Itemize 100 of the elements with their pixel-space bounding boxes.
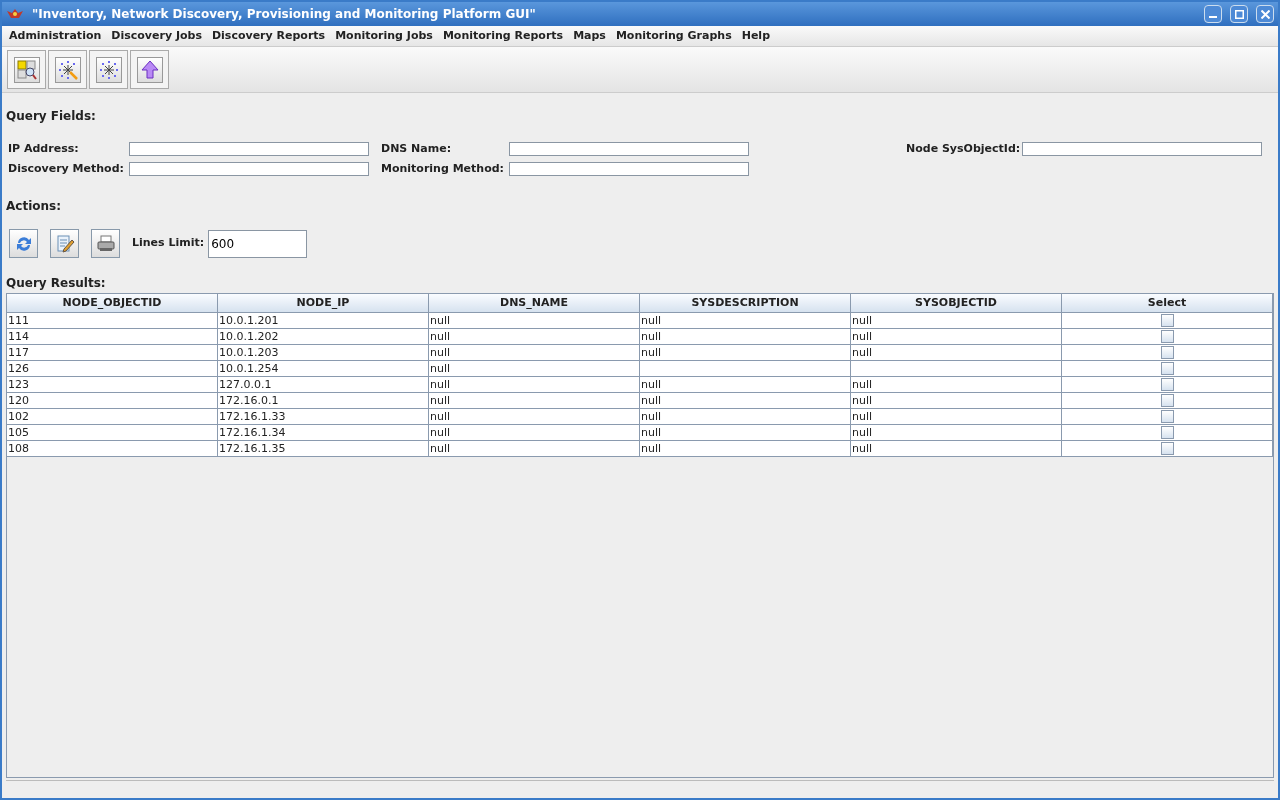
table-cell: 10.0.1.201 bbox=[218, 313, 429, 329]
table-cell: 102 bbox=[7, 409, 218, 425]
select-checkbox[interactable] bbox=[1160, 314, 1174, 327]
app-logo-icon bbox=[6, 8, 24, 20]
section-title: Query Results: bbox=[6, 275, 107, 292]
table-cell: null bbox=[429, 425, 640, 441]
menu-item[interactable]: Administration bbox=[4, 27, 107, 45]
section-title: Query Fields: bbox=[6, 108, 97, 125]
table-cell: null bbox=[640, 441, 851, 457]
select-checkbox[interactable] bbox=[1160, 442, 1174, 455]
menu-item[interactable]: Monitoring Graphs bbox=[610, 27, 737, 45]
field-label: Node SysObjectId: bbox=[906, 141, 1022, 157]
column-header[interactable]: NODE_IP bbox=[218, 294, 429, 313]
table-cell: null bbox=[851, 409, 1062, 425]
table-cell: null bbox=[429, 345, 640, 361]
table-cell: null bbox=[640, 393, 851, 409]
field-label: DNS Name: bbox=[381, 141, 453, 157]
menu-item[interactable]: Discovery Reports bbox=[206, 27, 331, 45]
select-checkbox[interactable] bbox=[1160, 362, 1174, 375]
table-cell: null bbox=[429, 313, 640, 329]
table-cell: null bbox=[851, 377, 1062, 393]
minimize-button[interactable] bbox=[1204, 5, 1222, 23]
field-label: Monitoring Method: bbox=[381, 160, 505, 177]
table-cell: 117 bbox=[7, 345, 218, 361]
close-button[interactable] bbox=[1256, 5, 1274, 23]
document-pencil-icon bbox=[54, 233, 75, 254]
text-field[interactable] bbox=[1022, 142, 1262, 157]
toolbar-button[interactable] bbox=[130, 50, 169, 89]
table-cell: null bbox=[429, 329, 640, 345]
table-cell: 126 bbox=[7, 361, 218, 377]
table-cell: null bbox=[429, 393, 640, 409]
maximize-button[interactable] bbox=[1230, 5, 1248, 23]
magnifier-icon bbox=[15, 58, 38, 81]
toolbar-button[interactable] bbox=[89, 50, 128, 89]
text-field[interactable] bbox=[509, 142, 749, 157]
menu-item[interactable]: Monitoring Jobs bbox=[330, 27, 438, 45]
text-field[interactable] bbox=[129, 161, 369, 176]
close-icon bbox=[1260, 9, 1270, 19]
table-cell: 127.0.0.1 bbox=[218, 377, 429, 393]
column-header[interactable]: NODE_OBJECTID bbox=[7, 294, 218, 313]
table-cell: 172.16.1.35 bbox=[218, 441, 429, 457]
select-checkbox[interactable] bbox=[1160, 394, 1174, 407]
field-label: Lines Limit: bbox=[132, 235, 205, 252]
column-header[interactable]: SYSOBJECTID bbox=[851, 294, 1062, 313]
table-cell: 172.16.1.33 bbox=[218, 409, 429, 425]
table-cell: null bbox=[851, 345, 1062, 361]
select-checkbox[interactable] bbox=[1160, 378, 1174, 391]
text-field[interactable] bbox=[129, 142, 369, 157]
table-cell: 120 bbox=[7, 393, 218, 409]
window-title: "Inventory, Network Discovery, Provisioning and Monitoring Platform GUI" bbox=[32, 6, 537, 23]
table-cell: null bbox=[851, 329, 1062, 345]
text-field[interactable] bbox=[509, 161, 749, 176]
table-cell: null bbox=[429, 377, 640, 393]
table-cell: null bbox=[429, 409, 640, 425]
field-label: Discovery Method: bbox=[8, 160, 125, 177]
column-header[interactable]: SYSDESCRIPTION bbox=[640, 294, 851, 313]
select-checkbox[interactable] bbox=[1160, 426, 1174, 439]
table-cell: 123 bbox=[7, 377, 218, 393]
table-cell: null bbox=[429, 441, 640, 457]
table-cell: null bbox=[640, 377, 851, 393]
table-cell: null bbox=[640, 329, 851, 345]
table-cell: null bbox=[429, 361, 640, 377]
table-cell: 108 bbox=[7, 441, 218, 457]
table-cell: null bbox=[851, 393, 1062, 409]
menu-item[interactable]: Maps bbox=[568, 27, 611, 45]
action-button[interactable] bbox=[91, 229, 120, 258]
action-button[interactable] bbox=[50, 229, 79, 258]
select-checkbox[interactable] bbox=[1160, 410, 1174, 423]
table-cell: 10.0.1.254 bbox=[218, 361, 429, 377]
table-cell: 111 bbox=[7, 313, 218, 329]
select-checkbox[interactable] bbox=[1160, 330, 1174, 343]
menu-item[interactable]: Monitoring Reports bbox=[437, 27, 569, 45]
network-icon bbox=[97, 58, 120, 81]
table-cell: null bbox=[640, 409, 851, 425]
table-cell: 105 bbox=[7, 425, 218, 441]
table-cell: 172.16.0.1 bbox=[218, 393, 429, 409]
field-label: IP Address: bbox=[8, 141, 80, 157]
select-checkbox[interactable] bbox=[1160, 346, 1174, 359]
action-button[interactable] bbox=[9, 229, 38, 258]
table-cell: null bbox=[851, 441, 1062, 457]
section-title: Actions: bbox=[6, 198, 62, 215]
sparkle-wand-icon bbox=[56, 58, 79, 81]
table-cell: null bbox=[640, 313, 851, 329]
lines-limit-field[interactable]: 600 bbox=[208, 229, 308, 258]
menu-item[interactable]: Discovery Jobs bbox=[106, 27, 207, 45]
table-cell: null bbox=[851, 313, 1062, 329]
table-cell: 114 bbox=[7, 329, 218, 345]
column-header[interactable]: DNS_NAME bbox=[429, 294, 640, 313]
toolbar-button[interactable] bbox=[7, 50, 46, 89]
column-header[interactable]: Select bbox=[1062, 294, 1273, 313]
printer-icon bbox=[95, 233, 116, 254]
minimize-icon bbox=[1209, 16, 1217, 18]
menu-item[interactable]: Help bbox=[736, 27, 775, 45]
table-cell: null bbox=[851, 425, 1062, 441]
table-cell: 10.0.1.203 bbox=[218, 345, 429, 361]
table-cell: null bbox=[640, 425, 851, 441]
toolbar-button[interactable] bbox=[48, 50, 87, 89]
up-arrow-icon bbox=[138, 58, 161, 81]
table-cell: 10.0.1.202 bbox=[218, 329, 429, 345]
maximize-icon bbox=[1234, 9, 1244, 19]
